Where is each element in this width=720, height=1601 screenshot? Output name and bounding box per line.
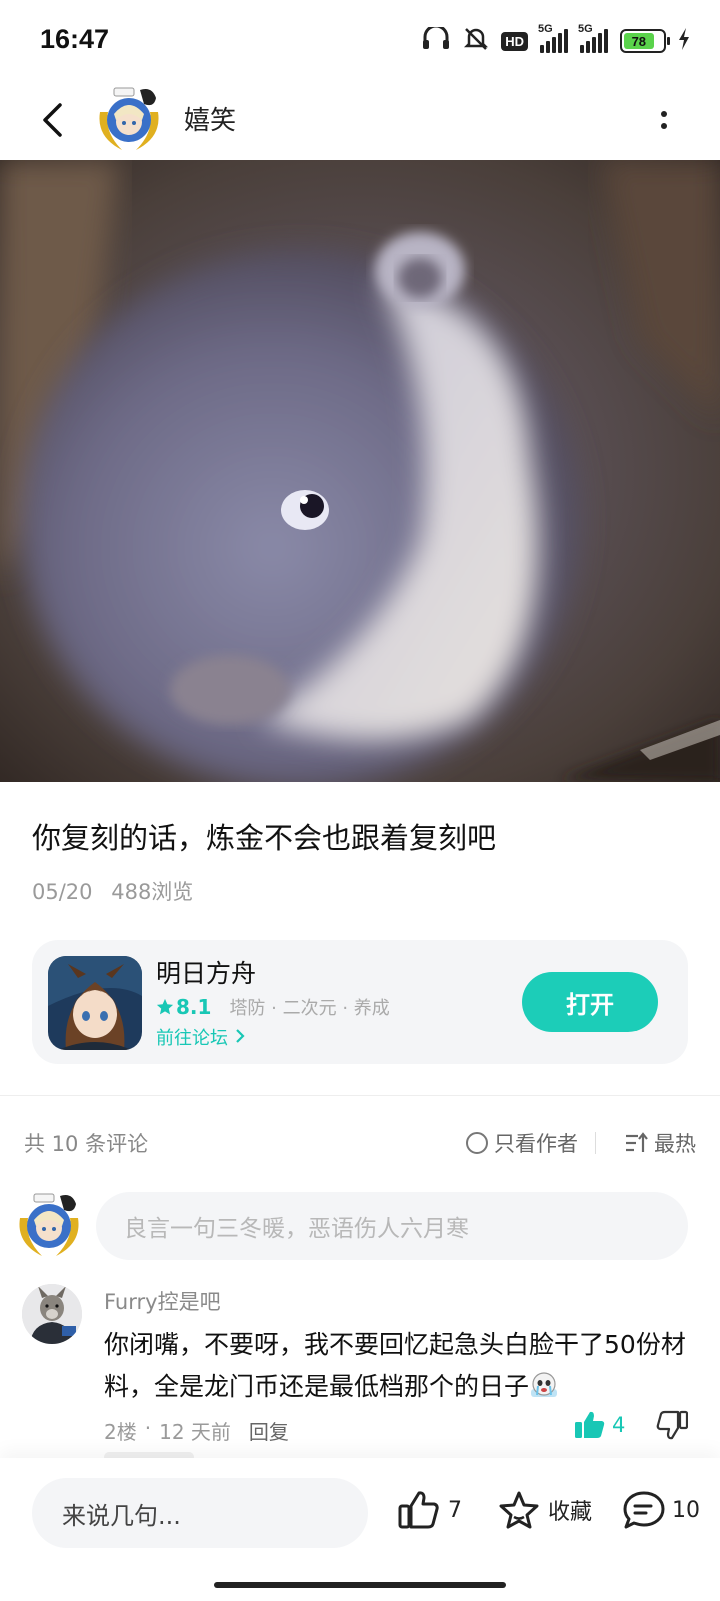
- post-image[interactable]: [0, 160, 720, 782]
- game-tags: 塔防 · 二次元 · 养成: [229, 998, 390, 1019]
- author-avatar[interactable]: [94, 82, 164, 152]
- comment-bubble-icon: [623, 1491, 665, 1529]
- more-vertical-icon: [661, 111, 667, 117]
- status-time: 16:47: [40, 24, 110, 54]
- hd-icon: HD: [501, 31, 528, 51]
- comment-dislike-button[interactable]: [656, 1410, 689, 1444]
- sort-hot-button[interactable]: 最热: [624, 1128, 696, 1158]
- comment-text: 你闭嘴，不要呀，我不要回忆起急头白脸干了50份材料，全是龙门币还是最低档那个的日…: [104, 1330, 686, 1401]
- comment-meta: 2楼 · 12 天前 回复: [104, 1416, 289, 1445]
- charging-icon: [678, 28, 690, 54]
- author-only-toggle[interactable]: 只看作者: [466, 1128, 578, 1158]
- star-outline-icon: [499, 1491, 539, 1529]
- thumbs-up-icon: [398, 1491, 439, 1529]
- comment-input[interactable]: 良言一句三冬暖，恶语伤人六月寒: [96, 1192, 688, 1260]
- back-button[interactable]: [32, 96, 72, 144]
- thumbs-down-icon: [656, 1410, 689, 1440]
- battery-level: 78: [624, 33, 654, 49]
- radio-icon: [466, 1132, 488, 1154]
- comments-button[interactable]: 10: [622, 1490, 700, 1530]
- game-card[interactable]: 明日方舟 8.1 塔防 · 二次元 · 养成 前往论坛 打开: [32, 940, 688, 1064]
- star-icon: [156, 998, 174, 1015]
- divider: [0, 1095, 720, 1096]
- headphones-icon: [421, 24, 451, 55]
- more-options-button[interactable]: [656, 102, 672, 138]
- separator: [595, 1132, 596, 1154]
- comment-like-button[interactable]: 4: [574, 1410, 625, 1440]
- favorite-button[interactable]: 收藏: [498, 1490, 592, 1530]
- signal-icon: 5G: [578, 23, 608, 53]
- game-rating: 8.1: [156, 995, 211, 1019]
- post-date: 05/20: [32, 880, 93, 904]
- forum-link[interactable]: 前往论坛: [156, 1024, 246, 1050]
- commenter-avatar[interactable]: [22, 1284, 82, 1344]
- post-header: 嬉笑: [0, 80, 720, 160]
- thumbs-up-filled-icon: [575, 1411, 605, 1438]
- like-button[interactable]: 7: [398, 1490, 462, 1530]
- open-game-button[interactable]: 打开: [522, 972, 658, 1032]
- comments-count: 共 10 条评论: [24, 1132, 149, 1156]
- reply-button[interactable]: 回复: [249, 1416, 289, 1445]
- bottom-action-bar: 来说几句... 7 收藏 10: [0, 1458, 720, 1601]
- post-views: 488浏览: [111, 880, 194, 904]
- author-name[interactable]: 嬉笑: [184, 100, 236, 137]
- status-icons: HD 5G 5G 78: [421, 23, 690, 56]
- comment-floor: 2楼: [104, 1420, 137, 1444]
- game-info: 8.1 塔防 · 二次元 · 养成: [156, 994, 390, 1020]
- commenter-name[interactable]: Furry控是吧: [104, 1286, 221, 1316]
- status-bar: 16:47 HD 5G 5G 78: [0, 0, 720, 80]
- back-arrow-icon: [43, 103, 62, 137]
- crying-emoji-icon: [529, 1370, 559, 1398]
- game-icon[interactable]: [48, 956, 142, 1050]
- bottom-comment-input[interactable]: 来说几句...: [32, 1478, 368, 1548]
- post-title: 你复刻的话，炼金不会也跟着复刻吧: [32, 821, 497, 855]
- sort-icon: [626, 1132, 648, 1152]
- post-meta: 05/20 488浏览: [32, 876, 205, 906]
- mute-bell-icon: [463, 26, 489, 56]
- signal-icon: 5G: [538, 23, 568, 53]
- chevron-right-icon: [235, 1029, 245, 1043]
- game-name: 明日方舟: [156, 959, 257, 988]
- my-avatar[interactable]: [14, 1188, 84, 1258]
- otter-photo: [0, 160, 720, 782]
- comments-toolbar: 共 10 条评论 只看作者 最热: [24, 1128, 696, 1158]
- comment-time: 12 天前: [159, 1420, 231, 1444]
- home-indicator[interactable]: [214, 1582, 506, 1588]
- battery-icon: 78: [620, 29, 670, 53]
